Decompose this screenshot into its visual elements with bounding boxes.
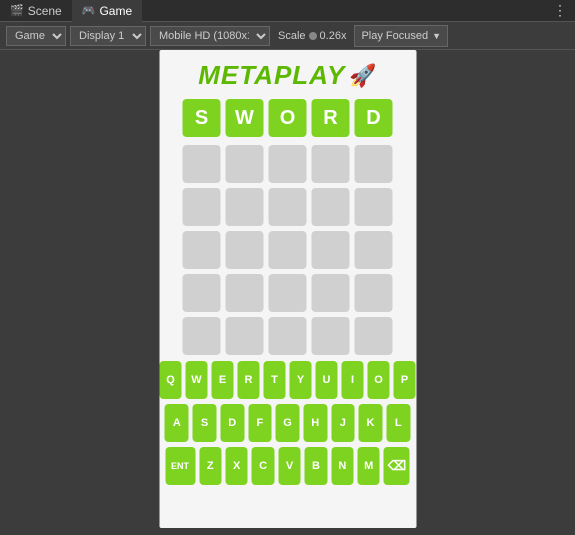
key-m[interactable]: M xyxy=(358,447,380,485)
key-q[interactable]: Q xyxy=(160,361,182,399)
grid-cell xyxy=(269,274,307,312)
grid-cell xyxy=(355,317,393,355)
word-cell-2: O xyxy=(269,99,307,137)
play-focused-button[interactable]: Play Focused ▼ xyxy=(354,25,448,47)
grid-cell xyxy=(269,188,307,226)
keyboard-row-3: ENT Z X C V B N M ⌫ xyxy=(165,447,410,485)
grid-cell xyxy=(183,188,221,226)
tab-bar: 🎬 Scene 🎮 Game ⋮ xyxy=(0,0,575,22)
key-s[interactable]: S xyxy=(193,404,217,442)
grid-row-2 xyxy=(173,231,402,269)
grid-row-4 xyxy=(173,317,402,355)
grid-cell xyxy=(226,274,264,312)
word-cell-3: R xyxy=(312,99,350,137)
grid-cell xyxy=(269,317,307,355)
scale-label: Scale xyxy=(278,30,306,42)
key-x[interactable]: X xyxy=(225,447,247,485)
tab-more-button[interactable]: ⋮ xyxy=(545,2,575,19)
key-k[interactable]: K xyxy=(359,404,383,442)
key-l[interactable]: L xyxy=(386,404,410,442)
word-display: S W O R D xyxy=(159,99,416,137)
key-w[interactable]: W xyxy=(186,361,208,399)
keyboard-row-2: A S D F G H J K L xyxy=(165,404,410,442)
key-i[interactable]: I xyxy=(342,361,364,399)
tab-scene[interactable]: 🎬 Scene xyxy=(0,0,72,22)
key-n[interactable]: N xyxy=(331,447,353,485)
grid-row-1 xyxy=(173,188,402,226)
grid-cell xyxy=(355,188,393,226)
key-u[interactable]: U xyxy=(316,361,338,399)
word-cell-0: S xyxy=(183,99,221,137)
key-y[interactable]: Y xyxy=(290,361,312,399)
grid-row-3 xyxy=(173,274,402,312)
tab-game[interactable]: 🎮 Game xyxy=(72,0,142,22)
toolbar: Game Display 1 Mobile HD (1080x1920) Sca… xyxy=(0,22,575,50)
grid-cell xyxy=(226,317,264,355)
grid-cell xyxy=(312,317,350,355)
grid-cell xyxy=(183,274,221,312)
view-select[interactable]: Game xyxy=(6,26,66,46)
scale-slider[interactable] xyxy=(309,32,317,40)
key-t[interactable]: T xyxy=(264,361,286,399)
tab-game-label: Game xyxy=(99,4,132,18)
game-viewport: METAPLAY 🚀 S W O R D xyxy=(159,50,416,528)
grid-cell xyxy=(355,274,393,312)
word-cell-1: W xyxy=(226,99,264,137)
key-enter[interactable]: ENT xyxy=(165,447,195,485)
logo-area: METAPLAY 🚀 xyxy=(159,50,416,99)
grid-cell xyxy=(226,188,264,226)
grid-row-0 xyxy=(173,145,402,183)
play-focused-chevron: ▼ xyxy=(432,31,441,41)
key-e[interactable]: E xyxy=(212,361,234,399)
grid-cell xyxy=(312,231,350,269)
key-j[interactable]: J xyxy=(331,404,355,442)
play-focused-label: Play Focused xyxy=(361,30,428,42)
key-f[interactable]: F xyxy=(248,404,272,442)
key-o[interactable]: O xyxy=(368,361,390,399)
scale-area: Scale 0.26x xyxy=(278,30,346,42)
grid-cell xyxy=(226,231,264,269)
tab-scene-label: Scene xyxy=(28,4,62,18)
logo-text: METAPLAY xyxy=(198,60,345,91)
grid-cell xyxy=(183,231,221,269)
grid-cell xyxy=(269,231,307,269)
grid-cell xyxy=(269,145,307,183)
letter-grid xyxy=(159,145,416,355)
keyboard: Q W E R T Y U I O P A S D F G H J K L EN… xyxy=(159,361,416,485)
key-r[interactable]: R xyxy=(238,361,260,399)
grid-cell xyxy=(312,145,350,183)
grid-cell xyxy=(355,231,393,269)
word-cell-4: D xyxy=(355,99,393,137)
grid-cell xyxy=(183,145,221,183)
key-a[interactable]: A xyxy=(165,404,189,442)
key-z[interactable]: Z xyxy=(199,447,221,485)
resolution-select[interactable]: Mobile HD (1080x1920) xyxy=(150,26,270,46)
keyboard-row-1: Q W E R T Y U I O P xyxy=(165,361,410,399)
scale-value: 0.26x xyxy=(320,30,347,42)
grid-cell xyxy=(226,145,264,183)
scene-icon: 🎬 xyxy=(10,4,24,17)
display-select[interactable]: Display 1 xyxy=(70,26,146,46)
grid-cell xyxy=(312,274,350,312)
key-h[interactable]: H xyxy=(303,404,327,442)
logo-rocket-icon: 🚀 xyxy=(349,63,376,89)
key-backspace[interactable]: ⌫ xyxy=(384,447,410,485)
key-c[interactable]: C xyxy=(252,447,274,485)
grid-cell xyxy=(355,145,393,183)
grid-cell xyxy=(183,317,221,355)
key-d[interactable]: D xyxy=(220,404,244,442)
key-b[interactable]: B xyxy=(305,447,327,485)
key-v[interactable]: V xyxy=(278,447,300,485)
game-icon: 🎮 xyxy=(82,4,96,17)
key-p[interactable]: P xyxy=(394,361,416,399)
key-g[interactable]: G xyxy=(276,404,300,442)
grid-cell xyxy=(312,188,350,226)
